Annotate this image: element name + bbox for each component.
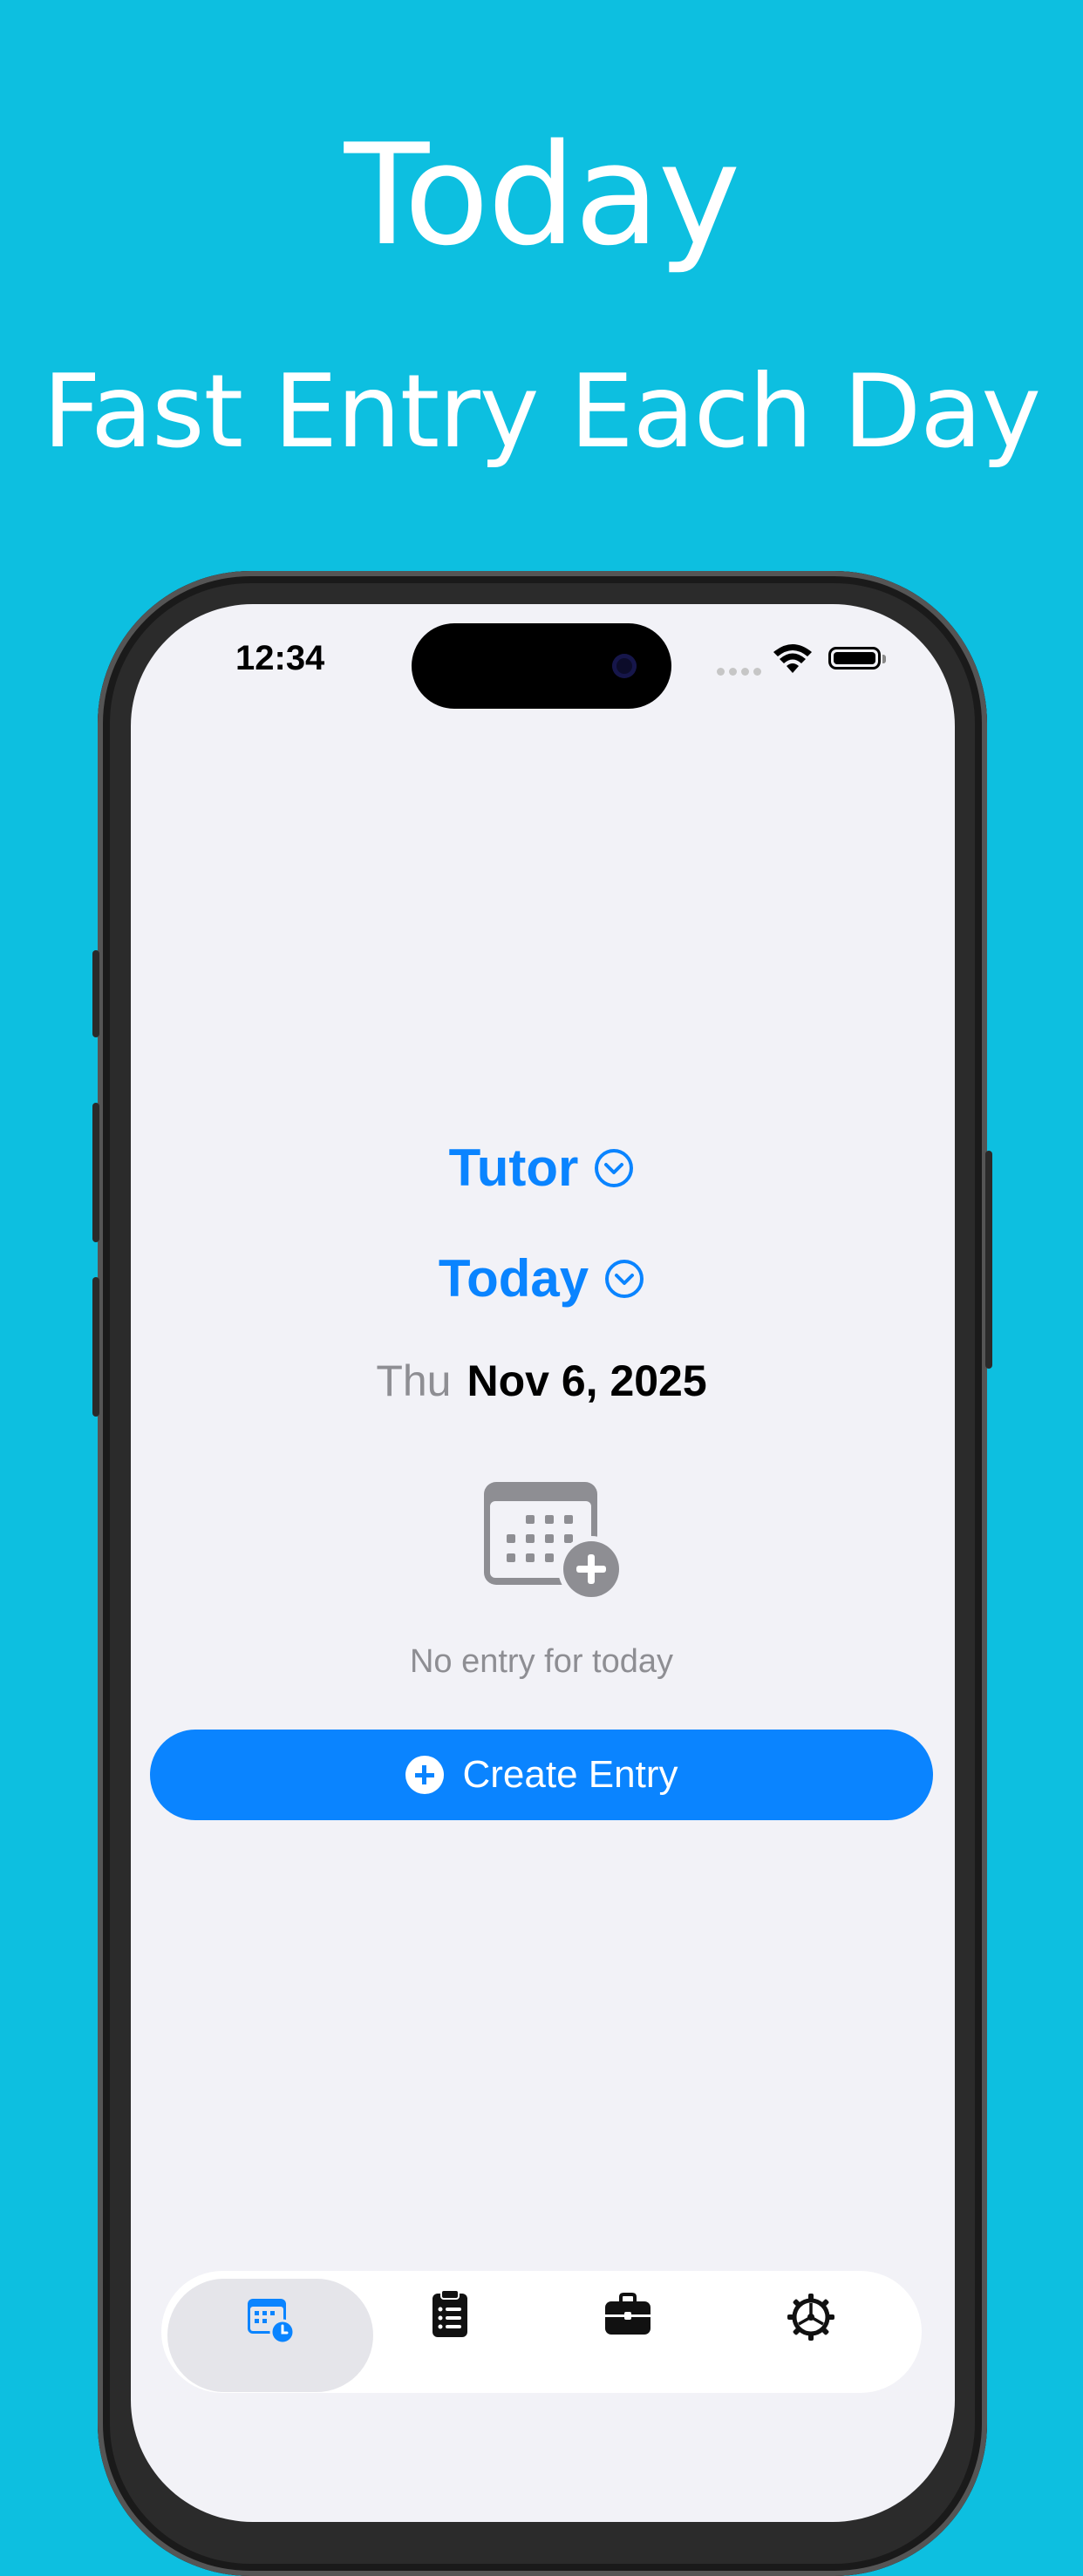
marketing-title: Today (344, 113, 741, 276)
battery-icon (828, 647, 886, 669)
briefcase-icon[interactable] (603, 2291, 652, 2340)
empty-state-message: No entry for today (409, 1643, 674, 1680)
cellular-signal-icon (717, 663, 766, 679)
day-of-week: Thu (376, 1356, 452, 1405)
wifi-icon (773, 644, 812, 673)
period-picker-label: Today (438, 1249, 589, 1308)
dynamic-island (412, 623, 671, 709)
gear-icon[interactable] (787, 2293, 835, 2342)
status-time: 12:34 (235, 639, 325, 677)
selected-date: Thu Nov 6, 2025 (0, 1356, 1083, 1406)
create-entry-label: Create Entry (462, 1753, 678, 1796)
date-value: Nov 6, 2025 (467, 1356, 707, 1405)
plus-circle-icon (405, 1756, 444, 1794)
calendar-add-icon (484, 1482, 623, 1600)
chevron-down-circle-icon (605, 1260, 644, 1299)
phone-action-button (92, 950, 99, 1037)
clipboard-list-icon[interactable] (426, 2288, 474, 2337)
profile-picker-label: Tutor (448, 1138, 579, 1197)
period-picker[interactable]: Today (0, 1248, 1083, 1308)
marketing-subtitle: Fast Entry Each Day (42, 353, 1041, 471)
profile-picker[interactable]: Tutor (0, 1138, 1083, 1198)
calendar-clock-icon (248, 2299, 295, 2344)
create-entry-button[interactable]: Create Entry (150, 1730, 933, 1820)
chevron-down-circle-icon (595, 1149, 634, 1188)
camera-icon (612, 654, 637, 678)
